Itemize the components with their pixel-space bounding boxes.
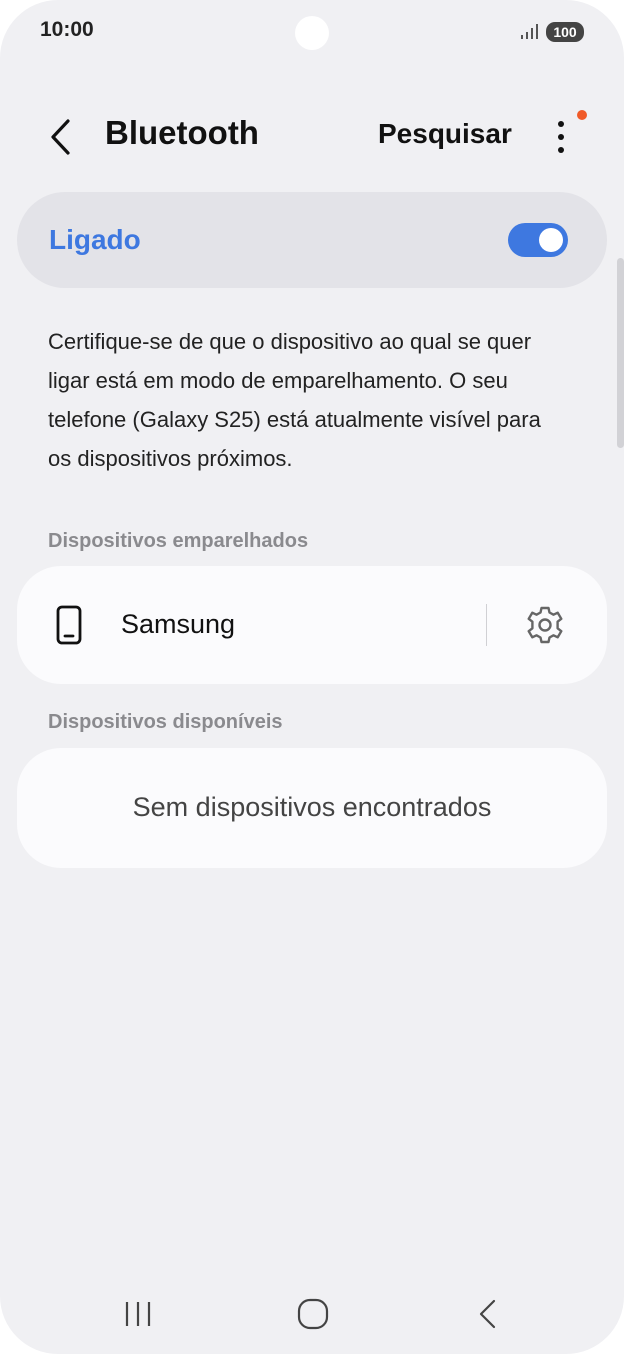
available-devices-card: Sem dispositivos encontrados — [17, 748, 607, 868]
bluetooth-toggle-row[interactable]: Ligado — [17, 192, 607, 288]
bluetooth-switch[interactable] — [508, 223, 568, 257]
page-title: Bluetooth — [105, 114, 259, 151]
screen: 10:00 100 Bluetooth Pesquisar Ligado Cer… — [0, 0, 624, 1354]
paired-device-row[interactable]: Samsung — [17, 566, 607, 684]
recent-apps-icon[interactable] — [122, 1299, 154, 1329]
battery-icon: 100 — [546, 22, 584, 42]
back-button[interactable] — [44, 118, 78, 156]
search-button[interactable]: Pesquisar — [378, 118, 512, 150]
home-icon[interactable] — [296, 1297, 330, 1331]
status-time: 10:00 — [40, 18, 94, 41]
info-text: Certifique-se de que o dispositivo ao qu… — [48, 329, 541, 471]
camera-cutout — [295, 16, 329, 50]
more-options-button[interactable] — [550, 118, 572, 156]
available-section-label: Dispositivos disponíveis — [48, 711, 283, 733]
back-icon[interactable] — [474, 1298, 500, 1330]
scrollbar[interactable] — [617, 258, 624, 448]
signal-icon — [521, 24, 538, 39]
phone-icon — [56, 605, 82, 645]
gear-icon[interactable] — [525, 605, 565, 645]
switch-knob — [539, 228, 563, 252]
empty-message: Sem dispositivos encontrados — [132, 792, 492, 822]
toggle-label: Ligado — [49, 224, 141, 255]
device-name: Samsung — [121, 609, 236, 639]
divider — [486, 604, 487, 646]
paired-section-label: Dispositivos emparelhados — [48, 530, 309, 552]
notification-dot — [577, 110, 587, 120]
